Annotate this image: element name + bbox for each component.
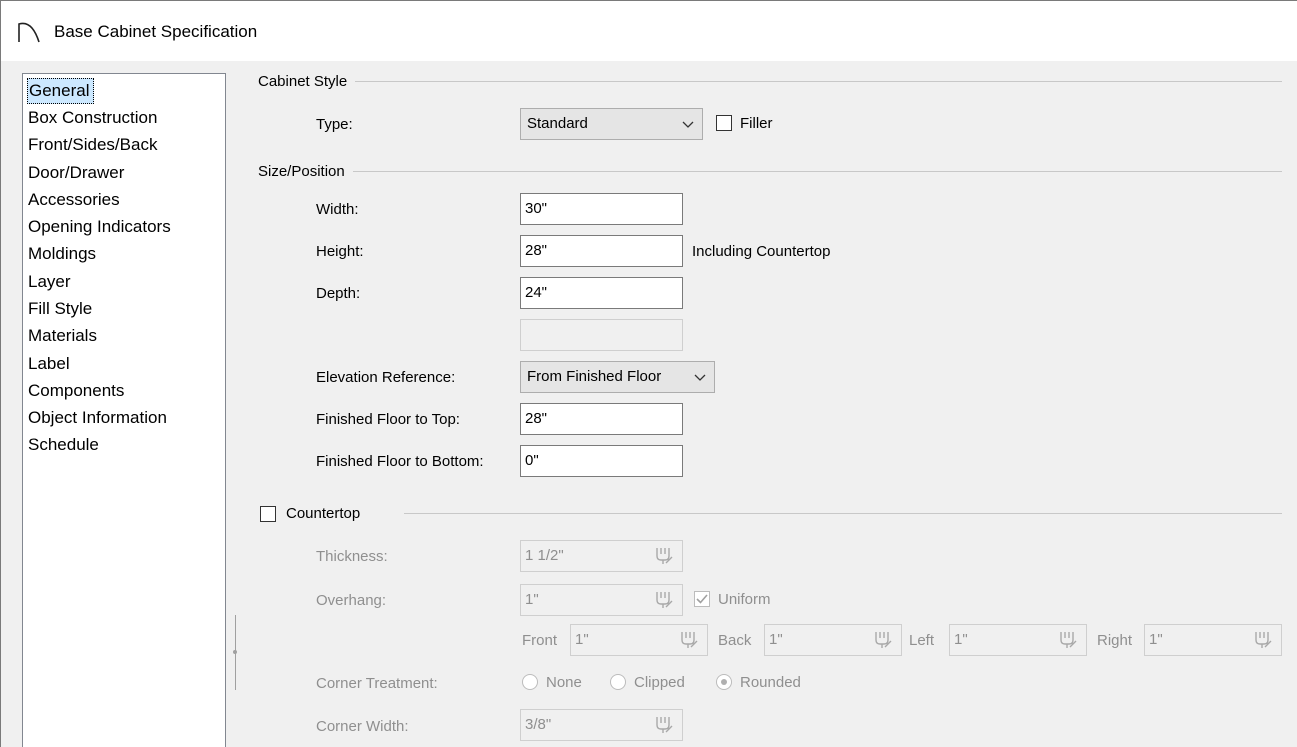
corner-rounded-radio (716, 674, 732, 690)
corner-treatment-label: Corner Treatment: (316, 675, 438, 692)
back-value: 1" (769, 631, 783, 648)
type-select-value: Standard (527, 115, 588, 132)
thickness-field: 1 1/2" (520, 540, 683, 572)
splitter-grip-icon[interactable] (231, 648, 239, 656)
nav-item-fill-style[interactable]: Fill Style (27, 296, 96, 322)
countertop-heading: Countertop (286, 505, 361, 522)
right-value: 1" (1149, 631, 1163, 648)
floor-to-top-label: Finished Floor to Top: (316, 411, 460, 428)
thickness-value: 1 1/2" (525, 547, 564, 564)
overhang-field: 1" (520, 584, 683, 616)
arc-cabinet-icon (18, 22, 40, 43)
calculator-icon (875, 632, 892, 648)
size-position-divider (258, 171, 1282, 172)
uniform-checkbox (694, 591, 710, 607)
nav-item-schedule[interactable]: Schedule (27, 432, 103, 458)
corner-rounded-label: Rounded (740, 674, 801, 691)
size-position-heading: Size/Position (258, 163, 353, 180)
nav-item-object-information[interactable]: Object Information (27, 405, 171, 431)
calculator-icon (1060, 632, 1077, 648)
countertop-divider (258, 513, 1282, 514)
corner-clipped-radio (610, 674, 626, 690)
nav-item-box-construction[interactable]: Box Construction (27, 105, 161, 131)
left-value: 1" (954, 631, 968, 648)
overhang-label: Overhang: (316, 592, 387, 609)
calculator-icon (681, 632, 698, 648)
checkmark-icon (696, 594, 708, 604)
right-field: 1" (1144, 624, 1282, 656)
width-label: Width: (316, 201, 359, 218)
height-note: Including Countertop (692, 243, 831, 260)
overhang-value: 1" (525, 591, 539, 608)
nav-item-general[interactable]: General (27, 78, 95, 104)
nav-item-label[interactable]: Label (27, 351, 74, 377)
blank-disabled-field (520, 319, 683, 351)
calculator-icon (1255, 632, 1272, 648)
corner-clipped-label: Clipped (634, 674, 685, 691)
chevron-down-icon (682, 121, 694, 128)
category-list[interactable]: General Box Construction Front/Sides/Bac… (22, 73, 226, 747)
corner-none-radio (522, 674, 538, 690)
elevation-reference-select[interactable]: From Finished Floor (520, 361, 715, 393)
depth-field[interactable]: 24" (520, 277, 683, 309)
countertop-checkbox[interactable] (260, 506, 276, 522)
cabinet-style-heading: Cabinet Style (258, 73, 356, 90)
thickness-label: Thickness: (316, 548, 388, 565)
nav-item-accessories[interactable]: Accessories (27, 187, 124, 213)
right-label: Right (1097, 632, 1133, 649)
corner-width-value: 3/8" (525, 716, 552, 733)
nav-item-front-sides-back[interactable]: Front/Sides/Back (27, 132, 161, 158)
front-label: Front (522, 632, 558, 649)
nav-item-door-drawer[interactable]: Door/Drawer (27, 160, 128, 186)
floor-to-bottom-label: Finished Floor to Bottom: (316, 453, 484, 470)
back-label: Back (718, 632, 752, 649)
nav-item-layer[interactable]: Layer (27, 269, 75, 295)
calculator-icon (656, 548, 673, 564)
dialog-title: Base Cabinet Specification (54, 22, 258, 41)
back-field: 1" (764, 624, 902, 656)
corner-width-field: 3/8" (520, 709, 683, 741)
nav-item-materials[interactable]: Materials (27, 323, 101, 349)
type-label: Type: (316, 116, 353, 133)
floor-to-top-field[interactable]: 28" (520, 403, 683, 435)
chevron-down-icon (694, 374, 706, 381)
front-field: 1" (570, 624, 708, 656)
filler-checkbox[interactable] (716, 115, 732, 131)
cabinet-style-divider (258, 81, 1282, 82)
height-field[interactable]: 28" (520, 235, 683, 267)
nav-item-moldings[interactable]: Moldings (27, 241, 100, 267)
type-select[interactable]: Standard (520, 108, 703, 140)
nav-item-components[interactable]: Components (27, 378, 128, 404)
radio-selected-dot (721, 679, 727, 685)
uniform-label: Uniform (718, 591, 771, 608)
left-label: Left (909, 632, 935, 649)
elevation-reference-label: Elevation Reference: (316, 369, 456, 386)
corner-none-label: None (546, 674, 582, 691)
left-field: 1" (949, 624, 1087, 656)
height-label: Height: (316, 243, 364, 260)
filler-label: Filler (740, 115, 773, 132)
width-field[interactable]: 30" (520, 193, 683, 225)
calculator-icon (656, 717, 673, 733)
floor-to-bottom-field[interactable]: 0" (520, 445, 683, 477)
nav-item-opening-indicators[interactable]: Opening Indicators (27, 214, 175, 240)
depth-label: Depth: (316, 285, 361, 302)
elevation-reference-value: From Finished Floor (527, 368, 662, 385)
corner-width-label: Corner Width: (316, 718, 409, 735)
calculator-icon (656, 592, 673, 608)
front-value: 1" (575, 631, 589, 648)
